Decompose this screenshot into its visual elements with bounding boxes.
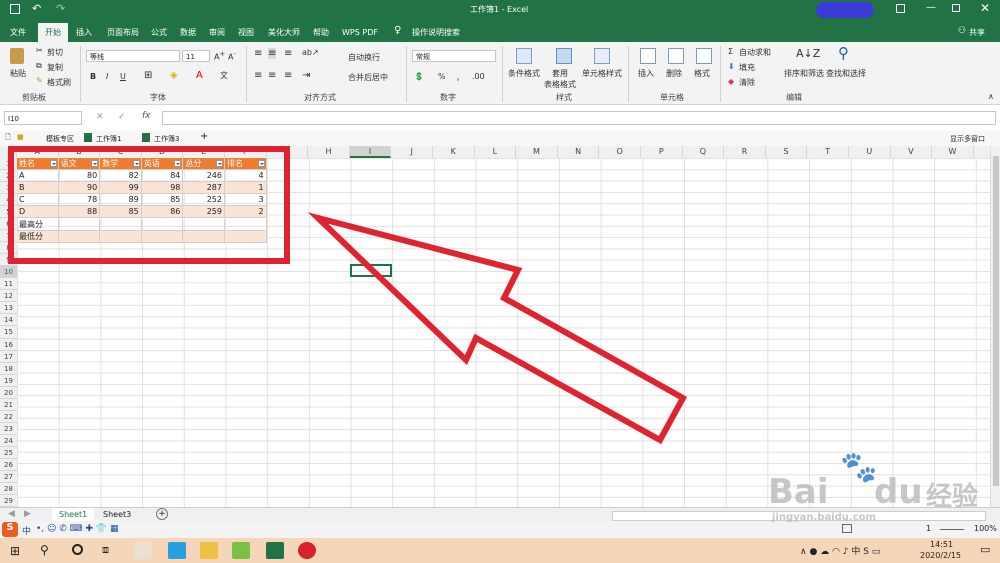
arrow-shape (307, 212, 688, 445)
baidu-watermark: Bai 🐾 du 经验 jingyan.baidu.com (768, 450, 979, 523)
